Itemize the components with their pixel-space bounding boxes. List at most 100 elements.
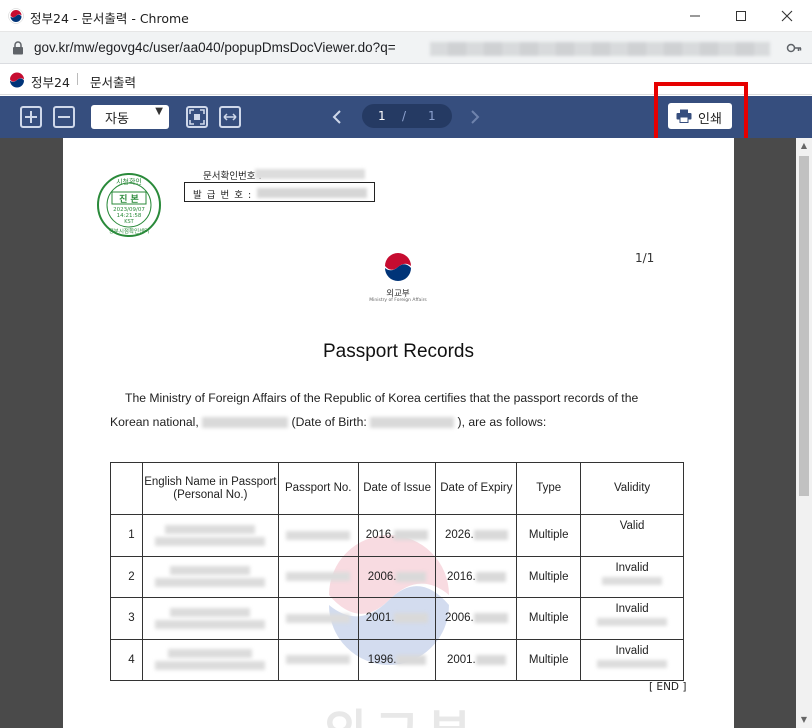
doc-confirm-label: 문서확인번호 : [203,171,262,182]
prev-page-button[interactable] [327,105,347,129]
expiry-cell: 2016. [435,555,518,598]
chevron-down-icon: ▼ [155,106,163,117]
row-number: 2 [110,555,143,598]
table-row: 4 1996. 2001. Multiple Invalid [110,638,684,681]
maximize-icon [736,11,746,21]
col-header-type: Type [516,462,582,515]
passport-cell [277,638,359,681]
seal-center-text: 진 본 [119,193,139,205]
para2-part-b: (Date of Birth: [291,415,367,429]
app-window: 정부24 - 문서출력 - Chrome gov.kr/mw/egovg4c/u… [0,0,812,728]
name-cell [141,555,279,598]
expiry-cell: 2026. [435,514,518,557]
type-cell: Multiple [516,638,582,681]
minus-icon [58,116,70,118]
plus-icon [25,111,37,123]
document-page: 시청확인 진 본 2023/09/07 14:21:58 KST 정부시점확인센… [63,138,734,728]
validity-cell: Invalid [580,555,684,598]
issue-number-box: 발 급 번 호 : [184,182,375,202]
issue-cell: 1996. [357,638,437,681]
type-cell: Multiple [516,514,582,557]
expiry-cell: 2001. [435,638,518,681]
current-page[interactable]: 1 [378,109,386,123]
page-indicator[interactable]: 1 / 1 [362,104,452,128]
address-bar[interactable]: gov.kr/mw/egovg4c/user/aa040/popupDmsDoc… [0,32,812,64]
validity-cell: Valid [580,514,684,557]
table-row: 1 2016. 2026. Multiple Valid [110,514,684,557]
key-icon[interactable] [786,41,802,55]
zoom-out-button[interactable] [53,106,75,128]
name-cell [141,638,279,681]
window-title: 정부24 - 문서출력 - Chrome [30,11,189,26]
maximize-button[interactable] [718,0,764,32]
col-header-no [110,462,143,515]
para2-part-c: ), are as follows: [457,415,547,429]
table-row: 2 2006. 2016. Multiple Invalid [110,555,684,598]
name-cell [141,514,279,557]
seal-bottom-text: 정부시점확인센터 [109,227,149,235]
scroll-down-icon[interactable]: ▼ [796,712,812,728]
chevron-left-icon [332,110,341,124]
close-button[interactable] [764,0,810,32]
gov-emblem-icon[interactable] [8,71,26,89]
row-number: 4 [110,638,143,681]
page-name: 문서출력 [90,75,137,90]
taegeuk-emblem-icon [384,253,412,281]
certification-text-line1: The Ministry of Foreign Affairs of the R… [125,391,639,405]
name-redacted [202,417,289,429]
passport-cell [277,597,359,640]
scroll-up-icon[interactable]: ▲ [796,138,812,154]
passport-records-table: English Name in Passport (Personal No.) … [110,462,684,681]
next-page-button[interactable] [465,105,485,129]
para2-part-a: Korean national, [110,415,199,429]
table-header-row: English Name in Passport (Personal No.) … [110,462,684,515]
zoom-select[interactable]: 자동 ▼ [91,105,169,129]
table-row: 3 2001. 2006. Multiple Invalid [110,597,684,640]
scroll-thumb[interactable] [799,156,809,496]
passport-cell [277,555,359,598]
dob-redacted [370,417,455,429]
end-marker: [ END ] [649,681,687,693]
document-title: Passport Records [322,341,474,362]
ministry-name-en: Ministry of Foreign Affairs [369,298,427,303]
col-header-validity: Validity [580,462,684,515]
validity-cell: Invalid [580,638,684,681]
zoom-in-button[interactable] [20,106,42,128]
issue-number-redacted [257,188,367,198]
row-number: 3 [110,597,143,640]
seal-zone: KST [124,219,134,225]
type-cell: Multiple [516,555,582,598]
site-name[interactable]: 정부24 [31,72,70,91]
scrollbar[interactable]: ▲ ▼ [796,138,812,728]
col-header-name: English Name in Passport (Personal No.) [141,462,279,515]
doc-confirm-redacted [255,169,365,179]
certification-text-line2: Korean national, (Date of Birth: ), are … [110,415,546,429]
validity-cell: Invalid [580,597,684,640]
chevron-right-icon [471,110,480,124]
zoom-value: 자동 [105,112,129,127]
minimize-icon [690,15,700,17]
header-divider [77,73,78,85]
fit-width-button[interactable] [219,106,241,128]
col-header-expiry: Date of Expiry [435,462,518,515]
certification-seal: 시청확인 진 본 2023/09/07 14:21:58 KST 정부시점확인센… [97,173,161,237]
issue-label: 발 급 번 호 : [193,190,253,201]
fit-page-button[interactable] [186,106,208,128]
url-text[interactable]: gov.kr/mw/egovg4c/user/aa040/popupDmsDoc… [34,40,396,55]
issue-cell: 2001. [357,597,437,640]
type-cell: Multiple [516,597,582,640]
fullscreen-icon [189,109,205,125]
col-header-issue: Date of Issue [357,462,437,515]
seal-top-text: 시청확인 [116,177,142,186]
close-icon [781,10,793,22]
window-titlebar: 정부24 - 문서출력 - Chrome [0,0,812,32]
watermark-text: 외교부 [323,693,479,728]
minimize-button[interactable] [672,0,718,32]
gov-emblem-icon [8,8,24,24]
issue-cell: 2016. [357,514,437,557]
lock-icon[interactable] [12,41,24,55]
fit-width-icon [223,113,237,121]
col-header-passport: Passport No. [277,462,359,515]
expiry-cell: 2006. [435,597,518,640]
url-redacted [430,42,770,56]
